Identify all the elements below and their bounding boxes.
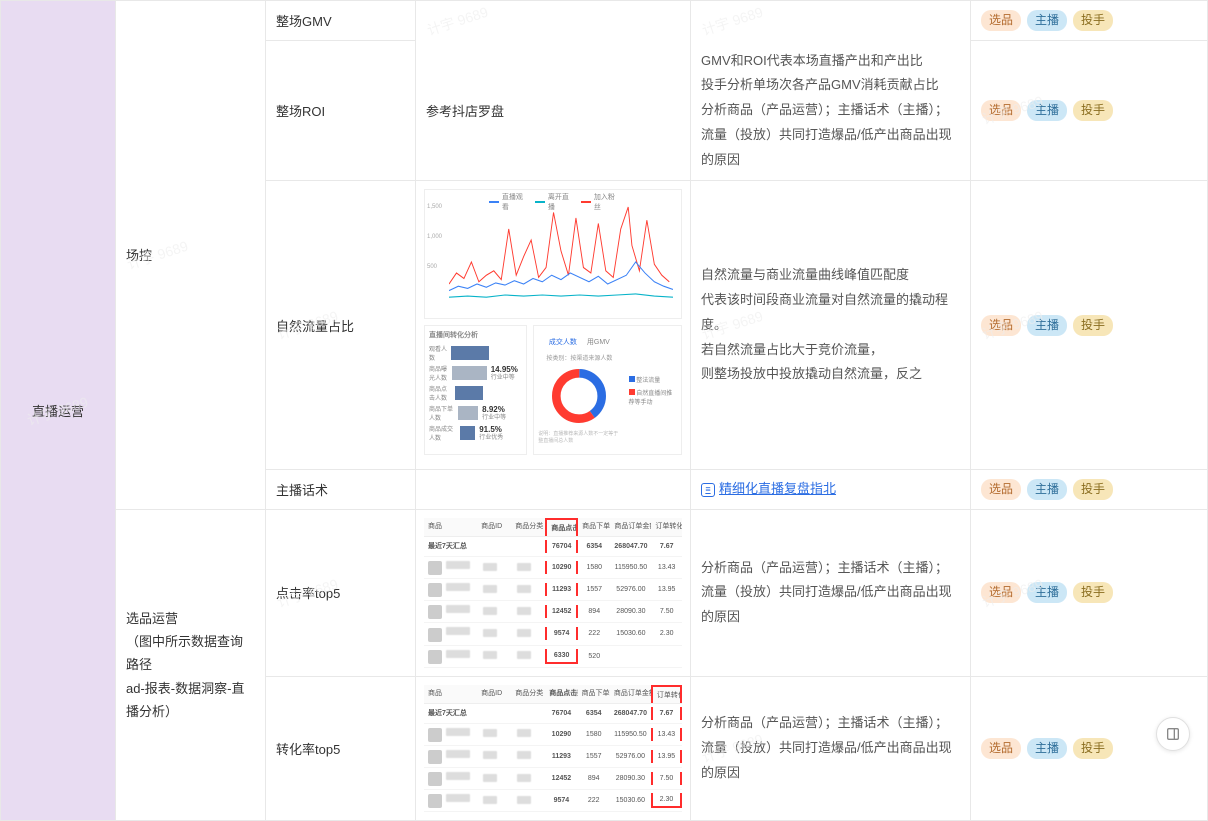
tag-xuanpin: 选品 — [981, 479, 1021, 500]
ref-cell — [416, 1, 691, 41]
section-xuanpin: 选品运营 （图中所示数据查询路径 ad-报表-数据洞察-直播分析） 点击率top… — [116, 510, 1208, 821]
metric-name: 主播话术 — [266, 470, 416, 510]
chart-legend: 直播观看 离开直播 加入粉丝 — [489, 192, 617, 212]
tag-zhubo: 主播 — [1027, 738, 1067, 759]
tag-toushou: 投手 — [1073, 10, 1113, 31]
metric-name: 转化率top5 — [266, 677, 416, 821]
ref-cell — [416, 470, 691, 510]
tag-toushou: 投手 — [1073, 582, 1113, 603]
tag-cell: 选品 主播 投手 — [971, 181, 1208, 470]
table-thumb-cell: 商品 商品ID 商品分类 商品点击数 商品下单数 商品订单金额 订单转化率 最近… — [416, 510, 691, 677]
table-thumb-cell: 商品 商品ID 商品分类 商品点击数 商品下单数 商品订单金额 订单转化率 最近… — [416, 677, 691, 821]
tag-cell: 选品 主播 投手 — [971, 470, 1208, 510]
desc-cell — [691, 1, 971, 41]
tag-xuanpin: 选品 — [981, 10, 1021, 31]
line-chart: 直播观看 离开直播 加入粉丝 1,500 1,000 500 — [424, 189, 682, 319]
chart-thumbnail: 直播观看 离开直播 加入粉丝 1,500 1,000 500 — [420, 185, 686, 465]
metric-name: 点击率top5 — [266, 510, 416, 677]
tag-xuanpin: 选品 — [981, 100, 1021, 121]
desc-cell: GMV和ROI代表本场直播产出和产出比 投手分析单场次各产品GMV消耗贡献占比 … — [691, 41, 971, 181]
mini-table-ctr: 商品 商品ID 商品分类 商品点击数 商品下单数 商品订单金额 订单转化率 最近… — [420, 514, 686, 672]
chart-svg — [449, 196, 673, 306]
metric-name: 整场GMV — [266, 1, 416, 41]
tag-xuanpin: 选品 — [981, 738, 1021, 759]
tag-zhubo: 主播 — [1027, 315, 1067, 336]
funnel-chart: 直播间转化分析 观看人数 商品曝光人数14.95%行业中等 商品点击人数 商品下… — [424, 325, 527, 455]
desc-cell: 分析商品（产品运营）；主播话术（主播）； 流量（投放）共同打造爆品/低产出商品出… — [691, 677, 971, 821]
tag-xuanpin: 选品 — [981, 315, 1021, 336]
tag-zhubo: 主播 — [1027, 100, 1067, 121]
tag-zhubo: 主播 — [1027, 479, 1067, 500]
guide-link[interactable]: ≡ 精细化直播复盘指北 — [701, 477, 836, 502]
group-cell: 选品运营 （图中所示数据查询路径 ad-报表-数据洞察-直播分析） — [116, 510, 266, 821]
category-cell: 直播运营 — [1, 1, 116, 821]
tag-toushou: 投手 — [1073, 738, 1113, 759]
tag-cell: 选品 主播 投手 — [971, 41, 1208, 181]
donut-chart: 成交人数用GMV 按类别：按渠道来源人数 说明：直播推荐来源人数不一定等于整直播… — [533, 325, 682, 455]
desc-cell: 分析商品（产品运营）；主播话术（主播）； 流量（投放）共同打造爆品/低产出商品出… — [691, 510, 971, 677]
tag-toushou: 投手 — [1073, 315, 1113, 336]
tag-xuanpin: 选品 — [981, 582, 1021, 603]
desc-cell: 自然流量与商业流量曲线峰值匹配度 代表该时间段商业流量对自然流量的撬动程度。 若… — [691, 181, 971, 470]
tag-toushou: 投手 — [1073, 479, 1113, 500]
group-cell: 场控 — [116, 1, 266, 510]
ref-cell: 参考抖店罗盘 — [416, 41, 691, 181]
metric-name: 整场ROI — [266, 41, 416, 181]
float-button[interactable] — [1156, 717, 1190, 751]
tag-toushou: 投手 — [1073, 100, 1113, 121]
tag-cell: 选品 主播 投手 — [971, 510, 1208, 677]
sections-wrap: 场控 整场GMV 选品 主播 投手 整场ROI 参考抖店罗盘 GMV和 — [116, 1, 1208, 821]
sidebar-icon — [1165, 726, 1181, 742]
section-changkong: 场控 整场GMV 选品 主播 投手 整场ROI 参考抖店罗盘 GMV和 — [116, 1, 1208, 510]
mini-table-cvr: 商品 商品ID 商品分类 商品点击数 商品下单数 商品订单金额 订单转化率 最近… — [420, 681, 686, 817]
chart-thumb-cell: 直播观看 离开直播 加入粉丝 1,500 1,000 500 — [416, 181, 691, 470]
donut-svg — [549, 366, 609, 426]
link-cell: ≡ 精细化直播复盘指北 — [691, 470, 971, 510]
tag-cell: 选品 主播 投手 — [971, 1, 1208, 41]
tag-zhubo: 主播 — [1027, 10, 1067, 31]
doc-icon: ≡ — [701, 483, 715, 497]
tag-zhubo: 主播 — [1027, 582, 1067, 603]
metric-name: 自然流量占比 — [266, 181, 416, 470]
main-table: 直播运营 场控 整场GMV 选品 主播 投手 整场ROI — [0, 0, 1208, 821]
